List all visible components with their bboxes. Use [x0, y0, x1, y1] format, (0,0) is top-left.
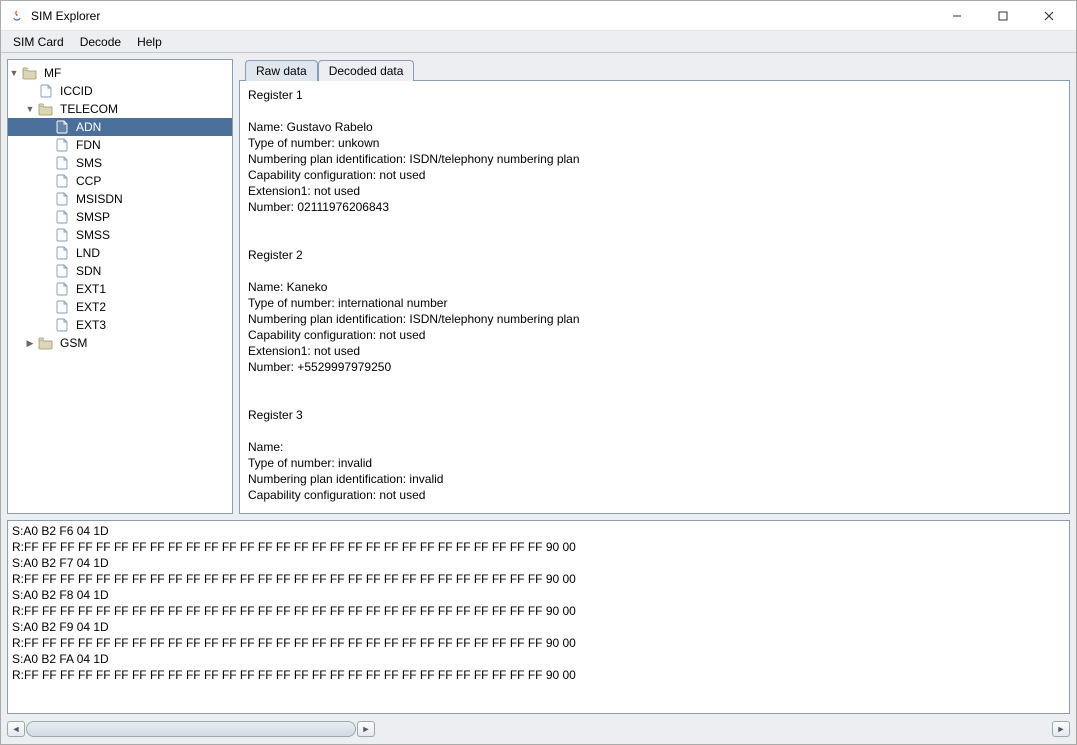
app-window: SIM Explorer SIM Card Decode Help ▼ MF ICC… [0, 0, 1077, 745]
chevron-down-icon[interactable]: ▼ [24, 103, 36, 115]
client-area: ▼ MF ICCID ▼ TELECOM ADN FDN SMS CCP MSISDN SMSP SM… [1, 53, 1076, 744]
tree-label: LND [74, 245, 102, 261]
tab-bar: Raw data Decoded data [239, 60, 1070, 81]
file-icon [54, 138, 70, 152]
tree-label: SDN [74, 263, 103, 279]
menu-decode[interactable]: Decode [74, 33, 127, 51]
chevron-right-icon[interactable]: ▶ [24, 337, 36, 349]
tree-label: ICCID [58, 83, 95, 99]
scroll-right-button[interactable]: ► [357, 721, 375, 737]
minimize-button[interactable] [934, 1, 980, 31]
window-title: SIM Explorer [31, 9, 100, 23]
tree-item-ccp[interactable]: CCP [8, 172, 232, 190]
tree-label: SMSS [74, 227, 112, 243]
file-icon [54, 156, 70, 170]
folder-icon [38, 336, 54, 350]
file-icon [54, 246, 70, 260]
tree-item-telecom[interactable]: ▼ TELECOM [8, 100, 232, 118]
tree-label: SMSP [74, 209, 112, 225]
decoded-data-view[interactable]: Register 1 Name: Gustavo Rabelo Type of … [239, 80, 1070, 514]
tab-decoded-data[interactable]: Decoded data [318, 60, 415, 81]
scroll-left-button[interactable]: ◄ [7, 721, 25, 737]
menu-help[interactable]: Help [131, 33, 168, 51]
file-icon [54, 264, 70, 278]
tree-item-ext3[interactable]: EXT3 [8, 316, 232, 334]
tree-label: FDN [74, 137, 103, 153]
scroll-track[interactable] [26, 721, 356, 737]
folder-icon [38, 102, 54, 116]
tree-item-mf[interactable]: ▼ MF [8, 64, 232, 82]
tree-item-lnd[interactable]: LND [8, 244, 232, 262]
tree-item-fdn[interactable]: FDN [8, 136, 232, 154]
chevron-down-icon[interactable]: ▼ [8, 67, 20, 79]
top-row: ▼ MF ICCID ▼ TELECOM ADN FDN SMS CCP MSISDN SMSP SM… [7, 59, 1070, 514]
tree-label: TELECOM [58, 101, 120, 117]
maximize-button[interactable] [980, 1, 1026, 31]
file-icon [54, 228, 70, 242]
tree-item-sms[interactable]: SMS [8, 154, 232, 172]
tree-item-ext2[interactable]: EXT2 [8, 298, 232, 316]
titlebar: SIM Explorer [1, 1, 1076, 31]
file-icon [54, 300, 70, 314]
tree-label: SMS [74, 155, 104, 171]
scroll-right-end-button[interactable]: ► [1052, 721, 1070, 737]
tree-label: EXT1 [74, 281, 108, 297]
file-icon [54, 120, 70, 134]
tree-item-smsp[interactable]: SMSP [8, 208, 232, 226]
file-icon [54, 318, 70, 332]
file-icon [54, 174, 70, 188]
tree-item-adn[interactable]: ADN [8, 118, 232, 136]
file-icon [54, 282, 70, 296]
menubar: SIM Card Decode Help [1, 31, 1076, 53]
menu-sim-card[interactable]: SIM Card [7, 33, 70, 51]
right-panel: Raw data Decoded data Register 1 Name: G… [239, 59, 1070, 514]
file-icon [54, 210, 70, 224]
folder-icon [22, 66, 38, 80]
file-icon [38, 84, 54, 98]
file-icon [54, 192, 70, 206]
tab-raw-data[interactable]: Raw data [245, 60, 318, 81]
tree-label: ADN [74, 119, 103, 135]
tree-item-ext1[interactable]: EXT1 [8, 280, 232, 298]
java-icon [9, 8, 25, 24]
tree-item-smss[interactable]: SMSS [8, 226, 232, 244]
tree-label: MSISDN [74, 191, 125, 207]
tree-label: EXT2 [74, 299, 108, 315]
tree-item-gsm[interactable]: ▶ GSM [8, 334, 232, 352]
tree-label: MF [42, 65, 63, 81]
tree-label: GSM [58, 335, 89, 351]
tree-item-iccid[interactable]: ICCID [8, 82, 232, 100]
tree-item-sdn[interactable]: SDN [8, 262, 232, 280]
tree-label: EXT3 [74, 317, 108, 333]
tree-item-msisdn[interactable]: MSISDN [8, 190, 232, 208]
close-button[interactable] [1026, 1, 1072, 31]
file-tree[interactable]: ▼ MF ICCID ▼ TELECOM ADN FDN SMS CCP MSISDN SMSP SM… [7, 59, 233, 514]
tree-label: CCP [74, 173, 103, 189]
apdu-log[interactable]: S:A0 B2 F6 04 1D R:FF FF FF FF FF FF FF … [7, 520, 1070, 714]
footer-scrollbar: ◄ ► ► [7, 720, 1070, 738]
